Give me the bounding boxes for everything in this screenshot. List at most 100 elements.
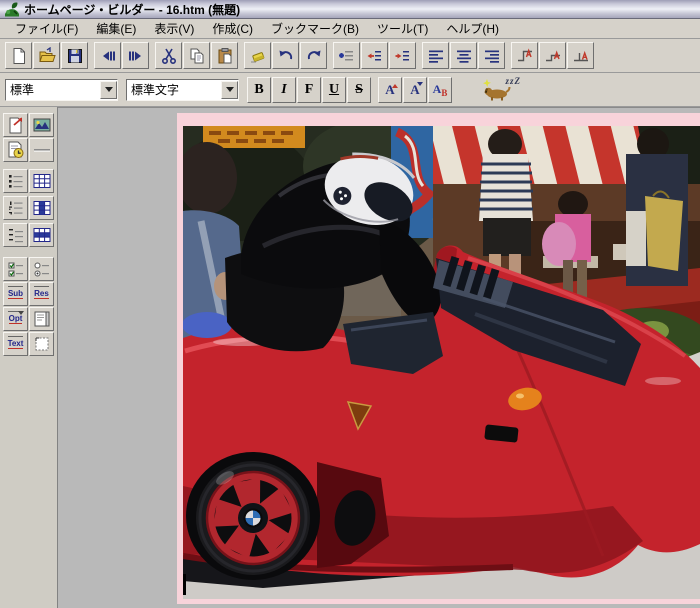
page-back-icon [99,47,117,65]
option-menu-tool[interactable]: Opt [3,307,28,331]
app-icon [4,1,20,17]
textarea-tool[interactable] [29,307,54,331]
numbered-list-icon [6,198,26,218]
object-tool-palette: Sub Res Opt Text [0,107,58,608]
layout-box-tool[interactable] [29,332,54,356]
text-wrap-bottom-icon [572,47,590,65]
menu-tools[interactable]: ツール(T) [368,18,437,39]
undo-icon [277,47,295,65]
table-row-button[interactable] [29,223,54,247]
insert-image-button[interactable] [29,113,54,137]
option-arrow-icon [18,311,24,318]
font-attributes-button[interactable]: AB [428,77,452,103]
table-column-button[interactable] [29,196,54,220]
sleeping-dog-mascot: zzZ [481,78,515,102]
scissors-icon [160,47,178,65]
erase-button[interactable] [244,42,271,69]
eraser-icon [249,47,267,65]
layout-box-icon [32,334,52,354]
indent-button[interactable] [389,42,416,69]
text-caret [183,574,186,595]
font-button[interactable]: F [297,77,321,103]
checkbox-list-icon [6,259,26,279]
main-toolbar [0,39,700,73]
text-field-tool[interactable]: Text [3,332,28,356]
editor-workspace[interactable] [58,107,700,608]
size-up-arrow-icon [392,81,398,88]
page-forward-button[interactable] [122,42,149,69]
insert-page-effect-button[interactable] [3,138,28,162]
open-file-button[interactable] [33,42,60,69]
cut-button[interactable] [155,42,182,69]
app-window: ホームページ・ビルダー - 16.htm (無題) ファイル(F) 編集(E) … [0,0,700,608]
save-button[interactable] [61,42,88,69]
open-folder-icon [38,47,56,65]
image-icon [32,115,52,135]
insert-list-item-button[interactable] [333,42,360,69]
undo-button[interactable] [272,42,299,69]
insert-linked-page-button[interactable] [3,113,28,137]
photo-illustration [183,126,700,599]
menu-view[interactable]: 表示(V) [145,18,203,39]
bold-button[interactable]: B [247,77,271,103]
align-left-icon [427,47,445,65]
menu-file[interactable]: ファイル(F) [6,18,87,39]
window-title: ホームページ・ビルダー - 16.htm (無題) [24,1,240,18]
outdent-button[interactable] [361,42,388,69]
text-wrap-middle-button[interactable] [539,42,566,69]
italic-button[interactable]: I [272,77,296,103]
align-left-button[interactable] [422,42,449,69]
horizontal-rule-button[interactable] [29,138,54,162]
strikethrough-button[interactable]: S [347,77,371,103]
radio-list-icon [32,259,52,279]
font-dropdown-arrow[interactable] [221,81,238,99]
linked-page-icon [6,115,26,135]
menu-help[interactable]: ヘルプ(H) [437,18,508,39]
new-document-button[interactable] [5,42,32,69]
save-floppy-icon [66,47,84,65]
menu-edit[interactable]: 編集(E) [87,18,145,39]
list-item-icon [338,47,356,65]
paste-button[interactable] [211,42,238,69]
text-wrap-top-button[interactable] [511,42,538,69]
definition-list-button[interactable] [3,223,28,247]
align-center-button[interactable] [450,42,477,69]
redo-icon [305,47,323,65]
text-wrap-top-icon [516,47,534,65]
style-value: 標準 [10,81,100,98]
style-dropdown-arrow[interactable] [100,81,117,99]
reset-button-tool[interactable]: Res [29,282,54,306]
copy-icon [188,47,206,65]
table-row-icon [32,225,52,245]
numbered-list-button[interactable] [3,196,28,220]
checkbox-list-button[interactable] [3,257,28,281]
font-size-up-button[interactable]: A [378,77,402,103]
font-size-down-button[interactable]: A [403,77,427,103]
font-value: 標準文字 [131,81,221,98]
font-combobox[interactable]: 標準文字 [126,79,239,101]
menu-bar: ファイル(F) 編集(E) 表示(V) 作成(C) ブックマーク(B) ツール(… [0,19,700,39]
zzz-text: zzZ [505,76,521,86]
copy-button[interactable] [183,42,210,69]
document-page[interactable] [177,113,700,604]
size-down-arrow-icon [417,82,423,89]
redo-button[interactable] [300,42,327,69]
menu-create[interactable]: 作成(C) [203,18,262,39]
festival-red-sidecar-motorcycle-photo[interactable] [183,126,700,599]
align-center-icon [455,47,473,65]
bullet-list-button[interactable] [3,169,28,193]
indent-icon [394,47,412,65]
radio-button-list-button[interactable] [29,257,54,281]
style-combobox[interactable]: 標準 [5,79,118,101]
align-right-button[interactable] [478,42,505,69]
submit-button-tool[interactable]: Sub [3,282,28,306]
text-wrap-bottom-button[interactable] [567,42,594,69]
insert-table-button[interactable] [29,169,54,193]
page-back-button[interactable] [94,42,121,69]
table-icon [32,171,52,191]
page-clock-icon [6,140,26,160]
page-forward-icon [127,47,145,65]
menu-bookmark[interactable]: ブックマーク(B) [262,18,368,39]
underline-button[interactable]: U [322,77,346,103]
align-right-icon [483,47,501,65]
